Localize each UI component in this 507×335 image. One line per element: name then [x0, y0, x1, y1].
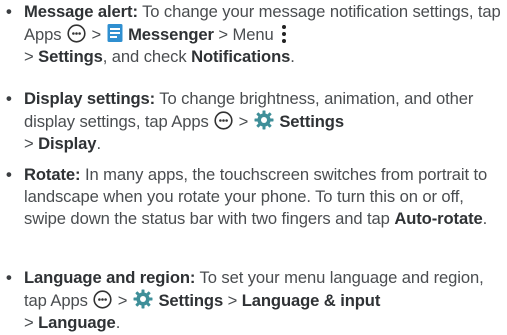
apps-icon: [214, 111, 233, 130]
item-heading: Display settings:: [24, 89, 156, 108]
settings-gear-icon: [254, 110, 274, 130]
messenger-icon: [107, 24, 123, 42]
apps-icon: [93, 290, 112, 309]
item-heading: Rotate:: [24, 165, 81, 184]
item-heading: Language and region:: [24, 268, 196, 287]
list-item-message-alert: • Message alert: To change your message …: [6, 2, 501, 66]
document-page: • Message alert: To change your message …: [0, 0, 507, 335]
bullet: •: [6, 2, 12, 21]
list-item-language-region: • Language and region: To set your menu …: [6, 268, 484, 332]
menu-overflow-icon: [281, 24, 286, 44]
list-item-display-settings: • Display settings: To change brightness…: [6, 89, 474, 153]
bullet: •: [6, 268, 12, 287]
apps-icon: [67, 24, 86, 43]
bullet: •: [6, 165, 12, 184]
bullet: •: [6, 89, 12, 108]
item-heading: Message alert:: [24, 2, 138, 21]
settings-gear-icon: [133, 289, 153, 309]
list-item-rotate: • Rotate: In many apps, the touchscreen …: [6, 165, 488, 228]
